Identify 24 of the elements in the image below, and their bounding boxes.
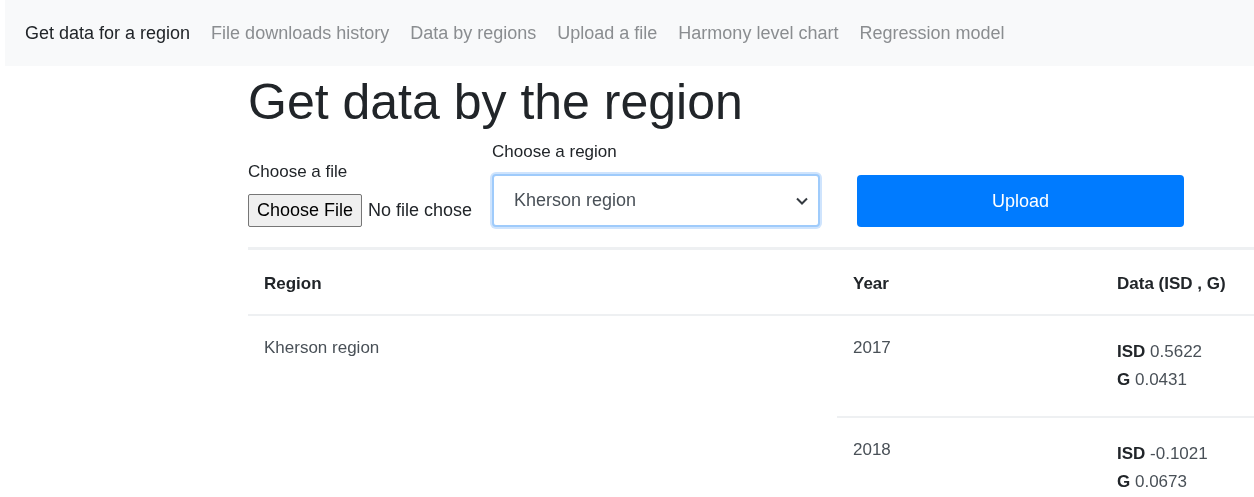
file-status-text: No file chose [368,200,473,221]
data-value: ISD 0.5622 [1117,341,1204,363]
page-heading: Get data by the region [248,76,744,128]
column-header: Region [248,248,837,315]
nav-link[interactable]: Regression model [859,22,1005,44]
upload-button[interactable]: Upload [857,175,1184,227]
nav-link[interactable]: File downloads history [211,22,390,44]
table-cell: 2017 [837,315,1101,417]
column-header: Data (ISD , G) [1101,248,1254,315]
column-header: Year [837,248,1101,315]
data-value: G 0.0431 [1117,369,1188,391]
table-cell: Kherson region [248,315,837,497]
nav-link[interactable]: Upload a file [557,22,658,44]
choose-file-button[interactable]: Choose File [248,194,363,227]
region-select[interactable]: Kherson region [492,174,820,227]
nav-link[interactable]: Get data for a region [25,22,191,44]
table-cell: 2018 [837,417,1101,497]
data-value: ISD -0.1021 [1117,443,1209,465]
data-value: G 0.0673 [1117,471,1188,493]
nav-link[interactable]: Harmony level chart [678,22,839,44]
nav-link[interactable]: Data by regions [410,22,537,44]
field-label: Choose a file [248,162,349,182]
field-label: Choose a region [492,142,618,162]
chevron-down-icon [796,196,808,205]
